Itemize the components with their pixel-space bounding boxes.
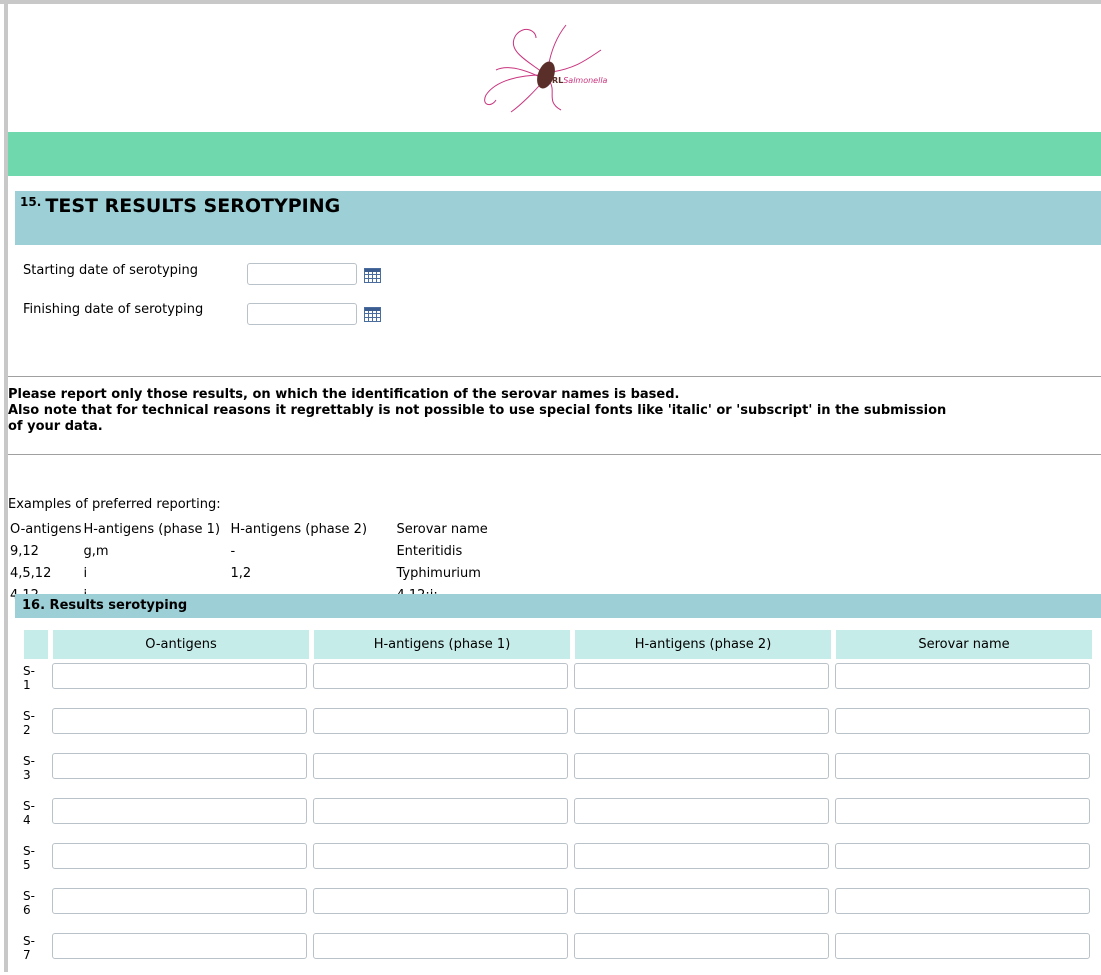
examples-cell: 9,12 [10, 543, 39, 559]
notice-line-1: Please report only those results, on whi… [8, 387, 680, 402]
results-table: O-antigens H-antigens (phase 1) H-antige… [20, 629, 1096, 975]
start-date-label: Starting date of serotyping [23, 263, 199, 278]
column-header-serovar-name: Serovar name [835, 629, 1093, 660]
section-title: TEST RESULTS SEROTYPING [45, 195, 341, 217]
row-label: S- 6 [23, 889, 35, 917]
table-row: S- 1 [23, 660, 1093, 705]
h-antigens-phase-1-input[interactable] [313, 708, 568, 734]
finish-date-input[interactable] [247, 303, 357, 325]
h-antigens-phase-2-input[interactable] [574, 798, 829, 824]
o-antigens-input[interactable] [52, 753, 307, 779]
examples-label: Examples of preferred reporting: [8, 497, 221, 512]
serovar-name-input[interactable] [835, 933, 1090, 959]
logo-wordmark: EURLSalmonella [540, 76, 608, 85]
h-antigens-phase-2-input[interactable] [574, 933, 829, 959]
examples-cell: Enteritidis [396, 543, 463, 559]
examples-row: 9,12 g,m - Enteritidis [10, 540, 490, 562]
examples-header-row: O-antigens H-antigens (phase 1) H-antige… [10, 518, 490, 540]
examples-cell: 4,5,12 [10, 565, 52, 581]
notice-line-3: of your data. [8, 419, 103, 434]
o-antigens-input[interactable] [52, 888, 307, 914]
table-row: S- 6 [23, 885, 1093, 930]
h-antigens-phase-2-input[interactable] [574, 708, 829, 734]
h-antigens-phase-2-input[interactable] [574, 843, 829, 869]
divider [8, 454, 1101, 455]
serovar-name-input[interactable] [835, 798, 1090, 824]
examples-cell: 1,2 [230, 565, 252, 581]
table-row: S- 5 [23, 840, 1093, 885]
h-antigens-phase-1-input[interactable] [313, 753, 568, 779]
column-header-h-antigens-phase-2: H-antigens (phase 2) [574, 629, 832, 660]
o-antigens-input[interactable] [52, 663, 307, 689]
column-header-o-antigens: O-antigens [52, 629, 310, 660]
examples-cell: g,m [83, 543, 109, 559]
reporting-notice: Please report only those results, on whi… [8, 387, 1101, 435]
examples-cell: - [230, 543, 236, 559]
row-label: S- 1 [23, 664, 35, 692]
navigation-bar [8, 132, 1101, 176]
row-label: S- 4 [23, 799, 35, 827]
table-row: S- 2 [23, 705, 1093, 750]
examples-header: H-antigens (phase 1) [83, 521, 221, 537]
h-antigens-phase-1-input[interactable] [313, 663, 568, 689]
o-antigens-input[interactable] [52, 708, 307, 734]
serovar-name-input[interactable] [835, 708, 1090, 734]
serovar-name-input[interactable] [835, 843, 1090, 869]
o-antigens-input[interactable] [52, 843, 307, 869]
row-label: S- 2 [23, 709, 35, 737]
section-number: 15. [20, 195, 42, 209]
o-antigens-input[interactable] [52, 933, 307, 959]
table-row: S- 3 [23, 750, 1093, 795]
examples-header: Serovar name [396, 521, 488, 537]
row-label: S- 5 [23, 844, 35, 872]
serovar-name-input[interactable] [835, 888, 1090, 914]
calendar-icon[interactable] [364, 268, 381, 283]
row-label: S- 3 [23, 754, 35, 782]
results-corner-cell [23, 629, 49, 660]
column-header-h-antigens-phase-1: H-antigens (phase 1) [313, 629, 571, 660]
h-antigens-phase-2-input[interactable] [574, 663, 829, 689]
results-header-row: O-antigens H-antigens (phase 1) H-antige… [23, 629, 1093, 660]
examples-table: O-antigens H-antigens (phase 1) H-antige… [10, 518, 490, 606]
serovar-name-input[interactable] [835, 663, 1090, 689]
examples-cell: i [83, 565, 88, 581]
h-antigens-phase-1-input[interactable] [313, 888, 568, 914]
calendar-icon[interactable] [364, 307, 381, 322]
serovar-name-input[interactable] [835, 753, 1090, 779]
row-label: S- 7 [23, 934, 35, 962]
examples-row: 4,5,12 i 1,2 Typhimurium [10, 562, 490, 584]
divider [8, 376, 1101, 377]
h-antigens-phase-2-input[interactable] [574, 888, 829, 914]
section-16-header: 16. Results serotyping [15, 594, 1101, 618]
examples-header: O-antigens [10, 521, 82, 537]
table-row: S- 4 [23, 795, 1093, 840]
h-antigens-phase-1-input[interactable] [313, 798, 568, 824]
notice-line-2: Also note that for technical reasons it … [8, 403, 947, 418]
o-antigens-input[interactable] [52, 798, 307, 824]
section-15-header: 15. TEST RESULTS SEROTYPING [15, 191, 1101, 245]
start-date-input[interactable] [247, 263, 357, 285]
finish-date-label: Finishing date of serotyping [23, 302, 204, 317]
examples-header: H-antigens (phase 2) [230, 521, 368, 537]
examples-cell: Typhimurium [396, 565, 481, 581]
eurl-salmonella-logo [484, 24, 602, 113]
h-antigens-phase-2-input[interactable] [574, 753, 829, 779]
h-antigens-phase-1-input[interactable] [313, 843, 568, 869]
h-antigens-phase-1-input[interactable] [313, 933, 568, 959]
table-row: S- 7 [23, 930, 1093, 975]
